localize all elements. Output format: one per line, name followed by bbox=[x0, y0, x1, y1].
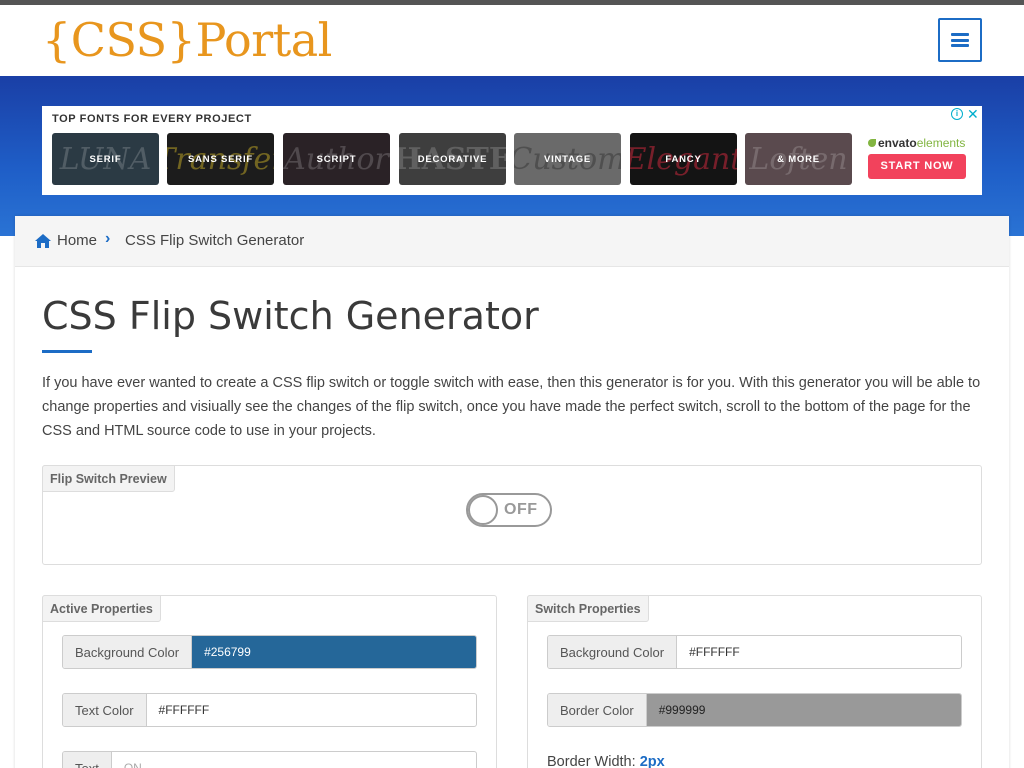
ad-close-icon[interactable]: ✕ bbox=[967, 106, 979, 122]
hamburger-menu-button[interactable] bbox=[938, 18, 982, 62]
ad-tile-label: SCRIPT bbox=[316, 153, 357, 165]
envato-elements-logo[interactable]: envatoelements bbox=[868, 136, 965, 150]
envato-brand-sub: elements bbox=[916, 136, 966, 150]
active-properties-panel: Active Properties Background Color #2567… bbox=[42, 595, 497, 768]
site-header: {CSS}Portal bbox=[0, 5, 1024, 76]
panel-tag: Switch Properties bbox=[527, 595, 649, 622]
home-icon[interactable] bbox=[35, 234, 51, 248]
field-label: Text bbox=[63, 752, 112, 768]
panel-tag: Active Properties bbox=[42, 595, 161, 622]
active-text-input[interactable]: ON bbox=[112, 752, 476, 768]
envato-brand: envato bbox=[878, 136, 917, 150]
active-bg-color-field: Background Color #256799 bbox=[62, 635, 477, 669]
title-underline bbox=[42, 350, 92, 353]
ad-title: TOP FONTS FOR EVERY PROJECT bbox=[52, 113, 252, 125]
ad-tile-label: SERIF bbox=[89, 153, 122, 165]
hamburger-menu-icon bbox=[951, 33, 969, 47]
ad-tile-script[interactable]: Author SCRIPT bbox=[283, 133, 390, 185]
ad-tile-serif[interactable]: LUNA SERIF bbox=[52, 133, 159, 185]
panel-tag: Flip Switch Preview bbox=[42, 465, 175, 492]
ad-tile-label: VINTAGE bbox=[543, 153, 592, 165]
switch-border-color-input[interactable]: #999999 bbox=[646, 694, 961, 726]
ad-tile-label: & MORE bbox=[777, 153, 820, 165]
flip-switch-knob bbox=[468, 495, 498, 525]
ad-tile-label: DECORATIVE bbox=[417, 153, 488, 165]
start-now-button[interactable]: START NOW bbox=[868, 154, 966, 179]
active-text-color-input[interactable]: #FFFFFF bbox=[147, 694, 476, 726]
active-text-color-field: Text Color #FFFFFF bbox=[62, 693, 477, 727]
field-label: Border Color bbox=[548, 694, 647, 726]
flip-switch-preview-panel: Flip Switch Preview OFF bbox=[42, 465, 982, 565]
switch-properties-panel: Switch Properties Background Color #FFFF… bbox=[527, 595, 982, 768]
active-text-field: Text ON bbox=[62, 751, 477, 768]
main-content-card: Home › CSS Flip Switch Generator CSS Fli… bbox=[15, 216, 1009, 768]
breadcrumb: Home › CSS Flip Switch Generator bbox=[15, 216, 1009, 267]
border-width-text: Border Width: bbox=[547, 754, 636, 768]
field-label: Background Color bbox=[548, 636, 678, 668]
switch-bg-color-input[interactable]: #FFFFFF bbox=[677, 636, 961, 668]
site-logo[interactable]: {CSS}Portal bbox=[42, 12, 332, 68]
ad-tile-decorative[interactable]: HASTE DECORATIVE bbox=[399, 133, 506, 185]
field-label: Background Color bbox=[63, 636, 193, 668]
ad-tile-vintage[interactable]: Custom VINTAGE bbox=[514, 133, 621, 185]
flip-switch-label: OFF bbox=[504, 501, 538, 518]
flip-switch-toggle[interactable]: OFF bbox=[466, 493, 552, 527]
border-width-label: Border Width: 2px bbox=[547, 754, 665, 768]
ad-tile-label: SANS SERIF bbox=[187, 153, 253, 165]
breadcrumb-current: CSS Flip Switch Generator bbox=[125, 232, 305, 249]
ad-info-icon[interactable]: i bbox=[951, 108, 963, 120]
intro-paragraph: If you have ever wanted to create a CSS … bbox=[42, 375, 981, 439]
ad-tile-label: FANCY bbox=[665, 153, 702, 165]
breadcrumb-chevron-icon: › bbox=[105, 230, 111, 247]
switch-bg-color-field: Background Color #FFFFFF bbox=[547, 635, 962, 669]
ad-tile-more[interactable]: Loften & MORE bbox=[745, 133, 852, 185]
page-title: CSS Flip Switch Generator bbox=[42, 294, 539, 338]
advertisement-banner[interactable]: TOP FONTS FOR EVERY PROJECT i ✕ LUNA SER… bbox=[42, 106, 982, 195]
envato-leaf-icon bbox=[868, 139, 876, 147]
switch-border-color-field: Border Color #999999 bbox=[547, 693, 962, 727]
active-bg-color-input[interactable]: #256799 bbox=[192, 636, 476, 668]
ad-tile-fancy[interactable]: Elegant FANCY bbox=[630, 133, 737, 185]
border-width-value: 2px bbox=[639, 754, 665, 768]
breadcrumb-home-link[interactable]: Home bbox=[57, 232, 97, 249]
field-label: Text Color bbox=[63, 694, 147, 726]
ad-tile-sans-serif[interactable]: Transfer SANS SERIF bbox=[167, 133, 274, 185]
